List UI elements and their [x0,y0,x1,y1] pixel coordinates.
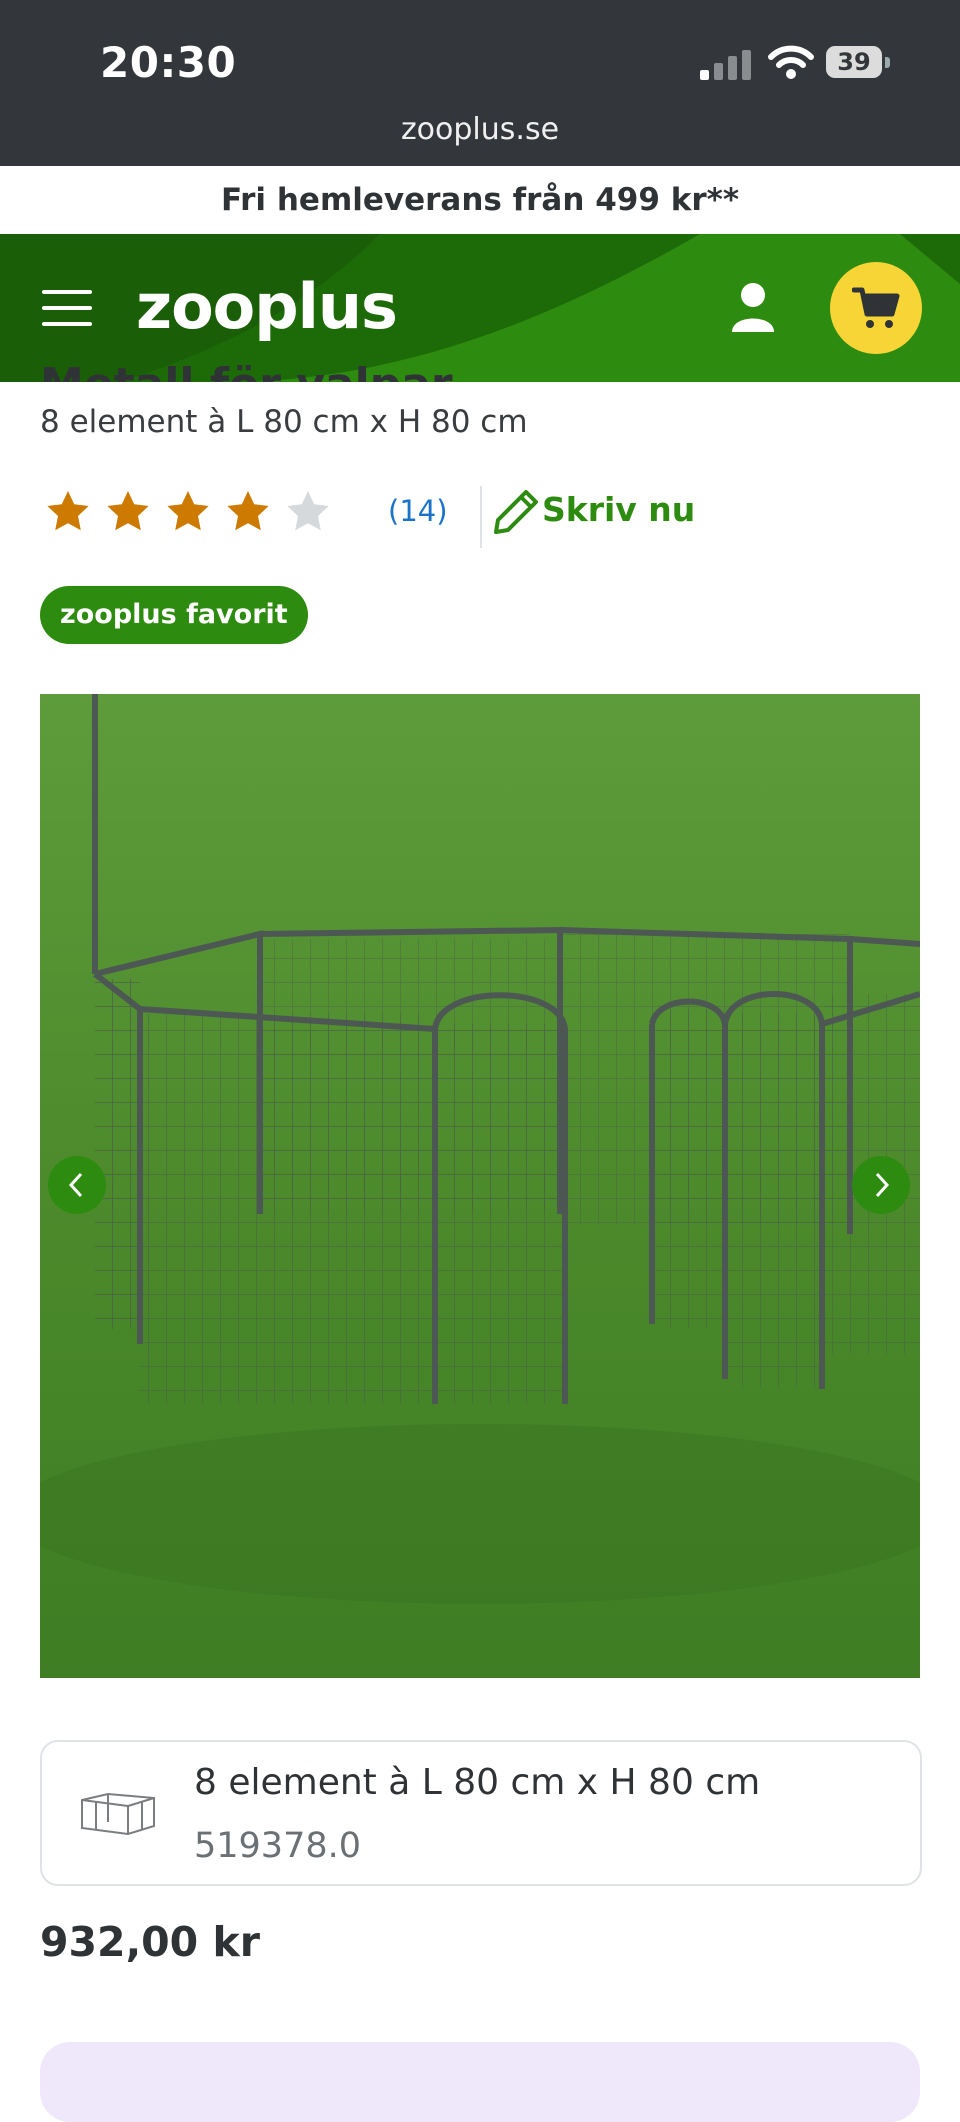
star-icon [47,491,89,531]
image-prev-button[interactable] [48,1156,106,1214]
wifi-icon [768,45,814,79]
chevron-left-icon [68,1172,83,1198]
product-subtitle: 8 element à L 80 cm x H 80 cm [40,404,528,440]
favorite-badge: zooplus favorit [40,586,308,644]
status-time: 20:30 [100,38,237,87]
star-icon [107,491,149,531]
star-icon [227,491,269,531]
address-bar-url[interactable]: zooplus.se [0,112,960,147]
variant-name: 8 element à L 80 cm x H 80 cm [194,1762,761,1803]
battery-icon: 39 [826,46,892,80]
image-next-button[interactable] [852,1156,910,1214]
zooplus-logo[interactable]: zooplus [136,270,398,343]
user-icon[interactable] [730,282,776,334]
free-delivery-banner[interactable]: Fri hemleverans från 499 kr** [0,166,960,234]
chevron-right-icon [875,1172,890,1198]
variant-selector[interactable]: 8 element à L 80 cm x H 80 cm 519378.0 [40,1740,922,1886]
review-count-link[interactable]: (14) [388,494,448,528]
cart-icon [852,287,900,328]
bottom-panel [40,2042,920,2122]
menu-icon[interactable] [42,290,92,326]
cart-button[interactable] [830,262,922,354]
rating-divider [480,486,482,548]
write-review-link[interactable]: Skriv nu [542,490,695,529]
product-title: Metall för valpar [40,340,453,382]
variant-sku: 519378.0 [194,1826,362,1866]
product-image[interactable] [40,694,920,1678]
star-empty-icon [287,491,329,531]
battery-level: 39 [826,46,882,78]
status-bar: 20:30 39 zooplus.se [0,0,960,166]
star-icon [167,491,209,531]
signal-icon [700,50,751,80]
product-price: 932,00 kr [40,1918,260,1966]
pencil-icon[interactable] [488,484,544,540]
variant-thumbnail [81,1792,155,1836]
